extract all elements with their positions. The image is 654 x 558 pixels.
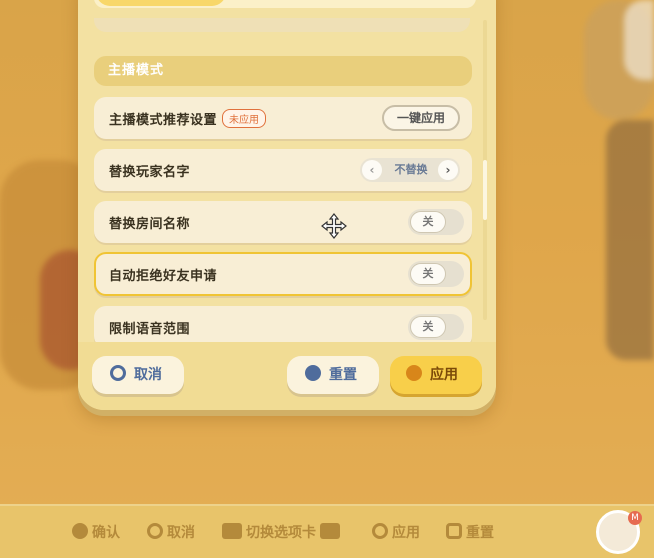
- reset-label: 重置: [329, 367, 357, 383]
- circle-button-icon: [110, 365, 126, 381]
- selector-value: 不替换: [394, 163, 428, 176]
- square-button-icon: [446, 523, 462, 539]
- x-button-icon: [72, 523, 88, 539]
- square-button-icon: [305, 365, 321, 381]
- hint-label: 切换选项卡: [246, 525, 316, 541]
- scrollbar-thumb[interactable]: [483, 160, 487, 220]
- avatar-badge: M: [628, 511, 642, 525]
- triangle-button-icon: [372, 523, 388, 539]
- hint-label: 重置: [466, 525, 494, 541]
- cancel-label: 取消: [134, 367, 162, 383]
- toggle-knob: 关: [410, 316, 446, 338]
- chevron-left-icon[interactable]: ‹: [362, 160, 382, 180]
- hint-label: 应用: [392, 525, 420, 541]
- circle-button-icon: [147, 523, 163, 539]
- background-blur-right-light: [624, 0, 654, 80]
- hint-label: 确认: [92, 525, 120, 541]
- toggle-knob: 关: [410, 211, 446, 233]
- apply-label: 应用: [430, 367, 458, 383]
- setting-row-streamer-recommended[interactable]: 主播模式推荐设置 未应用 一键应用: [94, 97, 472, 139]
- apply-button[interactable]: 应用: [390, 356, 482, 394]
- reset-button[interactable]: 重置: [287, 356, 379, 394]
- hint-confirm: 确认: [72, 522, 120, 542]
- hint-cancel: 取消: [147, 522, 195, 542]
- toggle-switch[interactable]: 关: [408, 261, 464, 287]
- option-selector[interactable]: ‹ 不替换 ›: [360, 158, 460, 182]
- toggle-switch[interactable]: 关: [408, 209, 464, 235]
- apply-all-button[interactable]: 一键应用: [382, 105, 460, 131]
- triangle-button-icon: [406, 365, 422, 381]
- cancel-button[interactable]: 取消: [92, 356, 184, 394]
- setting-row-replace-player-name[interactable]: 替换玩家名字 ‹ 不替换 ›: [94, 149, 472, 191]
- chevron-right-icon[interactable]: ›: [438, 160, 458, 180]
- section-header-streamer-mode: 主播模式: [94, 56, 472, 86]
- hint-label: 取消: [167, 525, 195, 541]
- tab-active[interactable]: [96, 0, 226, 6]
- setting-label: 替换玩家名字: [109, 165, 191, 180]
- setting-label: 限制语音范围: [109, 322, 191, 337]
- hint-switch-tab: 切换选项卡: [222, 522, 344, 542]
- setting-label: 替换房间名称: [109, 217, 191, 232]
- hint-reset: 重置: [446, 522, 494, 542]
- shoulder-buttons-icon: [320, 523, 340, 539]
- move-cursor-icon: [321, 213, 347, 239]
- status-badge: 未应用: [222, 109, 266, 128]
- setting-label: 自动拒绝好友申请: [109, 269, 218, 284]
- settings-panel: 主播模式 主播模式推荐设置 未应用 一键应用 替换玩家名字 ‹ 不替换 › 替换…: [78, 0, 496, 410]
- shoulder-buttons-icon: [222, 523, 242, 539]
- setting-label: 主播模式推荐设置: [109, 113, 218, 128]
- controller-hint-bar: 确认 取消 切换选项卡 应用 重置: [0, 504, 654, 558]
- setting-row-replace-room-name[interactable]: 替换房间名称 关: [94, 201, 472, 243]
- hint-apply: 应用: [372, 522, 420, 542]
- previous-row-edge: [94, 18, 470, 32]
- toggle-knob: 关: [410, 263, 446, 285]
- background-blur-right-dark: [606, 120, 654, 360]
- setting-row-auto-reject-friend[interactable]: 自动拒绝好友申请 关: [94, 252, 472, 296]
- toggle-switch[interactable]: 关: [408, 314, 464, 340]
